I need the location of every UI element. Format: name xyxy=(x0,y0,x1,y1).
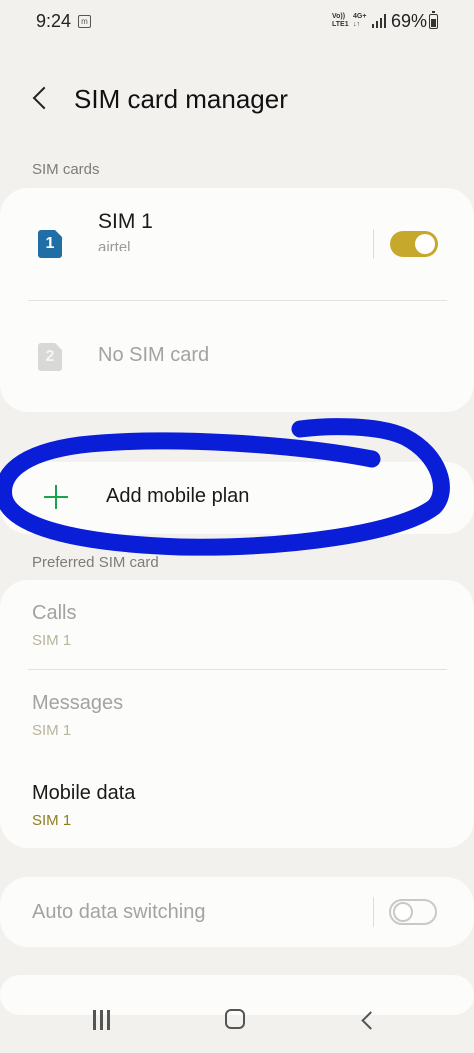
network-type-label: 4G+ xyxy=(353,13,367,20)
sim-2-row: 2 No SIM card xyxy=(0,301,474,412)
status-time: 9:24 xyxy=(36,11,72,31)
sim-1-row[interactable]: 1 SIM 1 airtel xyxy=(0,188,474,300)
section-label-preferred: Preferred SIM card xyxy=(32,554,159,571)
network-arrows-icon: ↓↑ xyxy=(353,21,360,28)
sim-card-empty-icon: 2 xyxy=(38,343,62,371)
nav-back-button[interactable] xyxy=(358,1009,378,1031)
sim-1-carrier: airtel xyxy=(98,239,131,251)
lte-label: LTE1 xyxy=(332,21,349,28)
page-title: SIM card manager xyxy=(74,84,288,114)
volte-label: Vo)) xyxy=(332,13,346,20)
app-header: SIM card manager xyxy=(0,70,474,130)
sim-cards-card: 1 SIM 1 airtel 2 No SIM card xyxy=(0,188,474,412)
divider-vertical xyxy=(373,897,374,927)
preferred-sim-card: Calls SIM 1 Messages SIM 1 Mobile data S… xyxy=(0,580,474,848)
sim-1-toggle[interactable] xyxy=(390,231,438,257)
notification-icon: m xyxy=(78,15,91,28)
messages-title: Messages xyxy=(32,692,124,714)
sim-2-label: No SIM card xyxy=(98,344,210,366)
messages-value: SIM 1 xyxy=(32,722,72,739)
plus-icon xyxy=(44,485,68,509)
status-bar: 9:24 m Vo)) LTE1 4G+ ↓↑ 69% xyxy=(0,0,474,44)
auto-data-switching-toggle[interactable] xyxy=(389,899,437,925)
toggle-knob xyxy=(415,234,435,254)
home-button[interactable] xyxy=(225,1009,245,1029)
add-mobile-plan-label: Add mobile plan xyxy=(106,485,250,507)
auto-data-switching-card: Auto data switching xyxy=(0,877,474,947)
mobile-data-row[interactable]: Mobile data SIM 1 xyxy=(0,760,474,848)
toggle-knob xyxy=(393,902,413,922)
volte-indicator: Vo)) LTE1 xyxy=(332,13,349,29)
mobile-data-value: SIM 1 xyxy=(32,812,72,829)
section-label-sim-cards: SIM cards xyxy=(32,161,100,178)
navigation-bar xyxy=(0,990,474,1053)
auto-data-switching-label: Auto data switching xyxy=(32,901,206,923)
add-mobile-plan-card[interactable]: Add mobile plan xyxy=(0,462,474,534)
back-button[interactable] xyxy=(26,84,56,114)
mobile-data-title: Mobile data xyxy=(32,782,136,804)
recent-apps-button[interactable] xyxy=(91,1010,113,1030)
calls-title: Calls xyxy=(32,602,77,624)
calls-row[interactable]: Calls SIM 1 xyxy=(0,580,474,669)
network-type-indicator: 4G+ ↓↑ xyxy=(353,13,366,29)
divider-vertical xyxy=(373,229,374,259)
messages-row[interactable]: Messages SIM 1 xyxy=(0,670,474,759)
calls-value: SIM 1 xyxy=(32,632,72,649)
sim-card-icon: 1 xyxy=(38,230,62,258)
signal-icon xyxy=(372,14,386,28)
battery-icon xyxy=(429,11,438,29)
sim-1-name: SIM 1 xyxy=(98,210,153,233)
battery-percent: 69% xyxy=(391,11,428,31)
